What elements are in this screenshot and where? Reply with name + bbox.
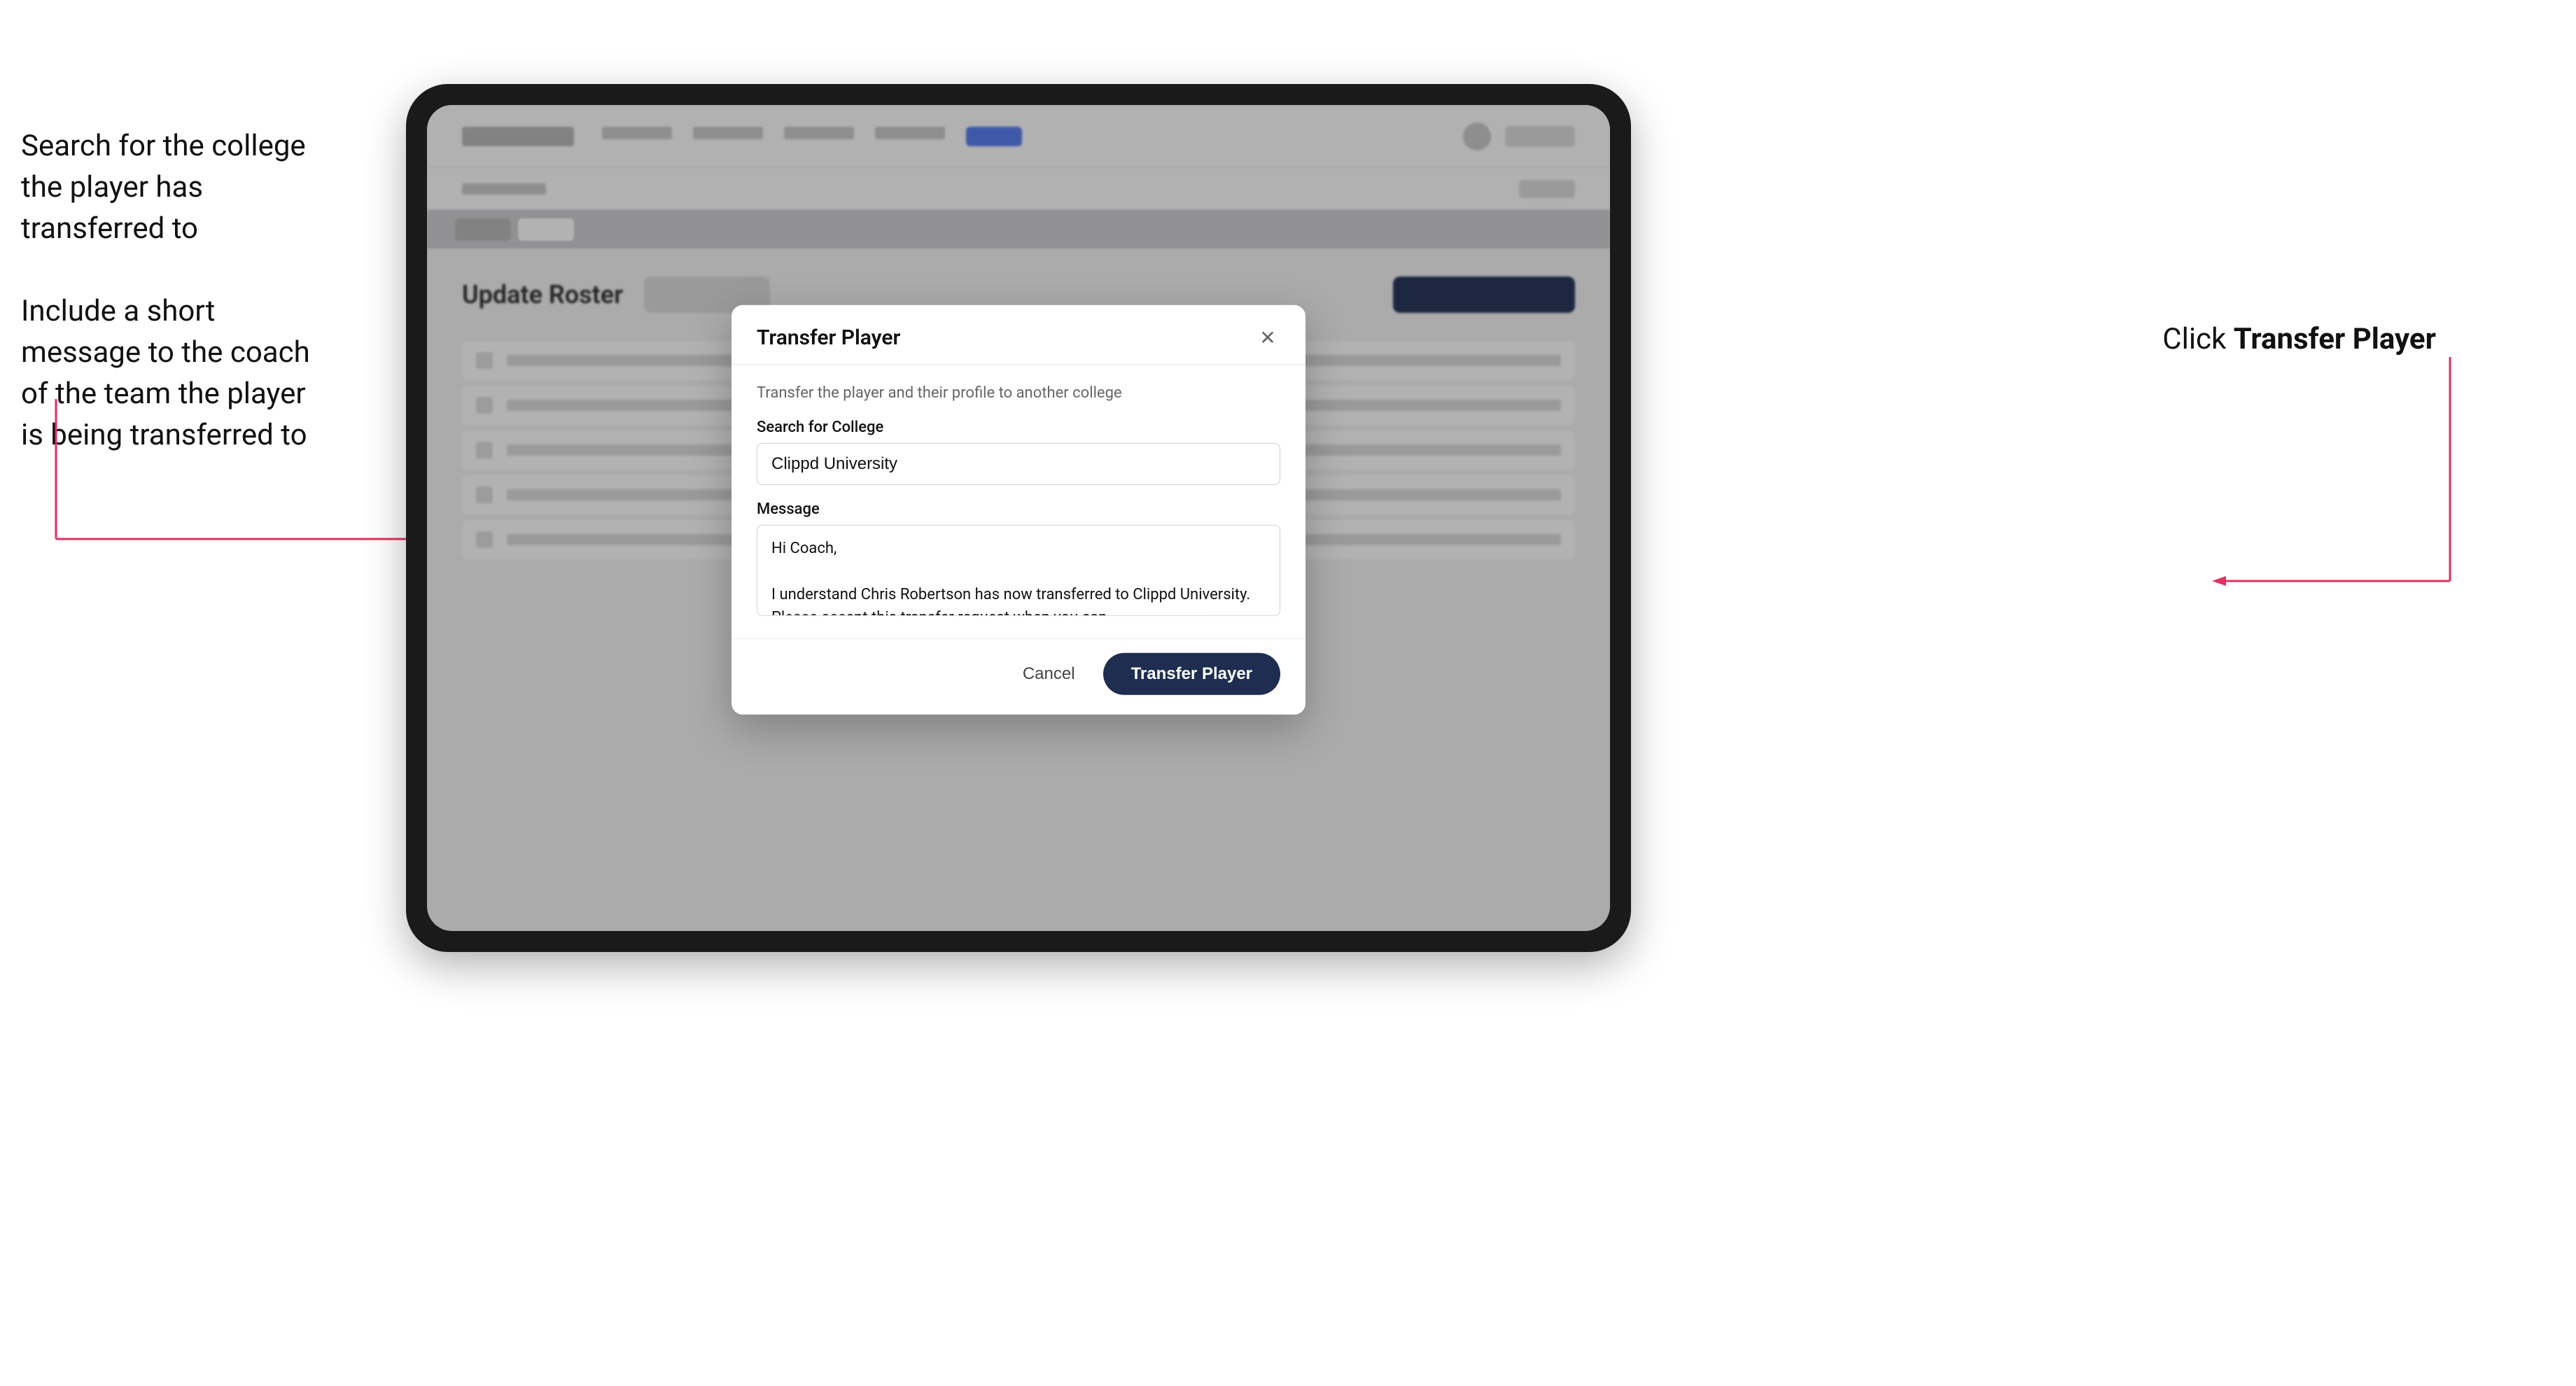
annotation-search-text: Search for the college the player has tr… (21, 126, 315, 249)
arrow-left-icon (21, 399, 441, 609)
message-textarea[interactable] (757, 525, 1280, 616)
dialog-close-button[interactable]: ✕ (1255, 325, 1280, 350)
cancel-button[interactable]: Cancel (1009, 656, 1089, 692)
search-college-input[interactable] (757, 443, 1280, 485)
annotation-right: Click Transfer Player (2162, 322, 2436, 356)
search-college-label: Search for College (757, 419, 1280, 436)
transfer-player-dialog: Transfer Player ✕ Transfer the player an… (732, 305, 1306, 715)
message-label: Message (757, 500, 1280, 518)
transfer-player-button[interactable]: Transfer Player (1103, 653, 1280, 695)
dialog-body: Transfer the player and their profile to… (732, 365, 1306, 638)
dialog-title: Transfer Player (757, 325, 1255, 349)
tablet-screen: Update Roster (427, 105, 1610, 931)
arrow-right-icon (2184, 357, 2478, 623)
dialog-footer: Cancel Transfer Player (732, 638, 1306, 715)
dialog-subtitle: Transfer the player and their profile to… (757, 384, 1280, 402)
annotation-transfer-bold: Transfer Player (2234, 322, 2436, 356)
tablet-device: Update Roster (406, 84, 1631, 952)
dialog-header: Transfer Player ✕ (732, 305, 1306, 365)
